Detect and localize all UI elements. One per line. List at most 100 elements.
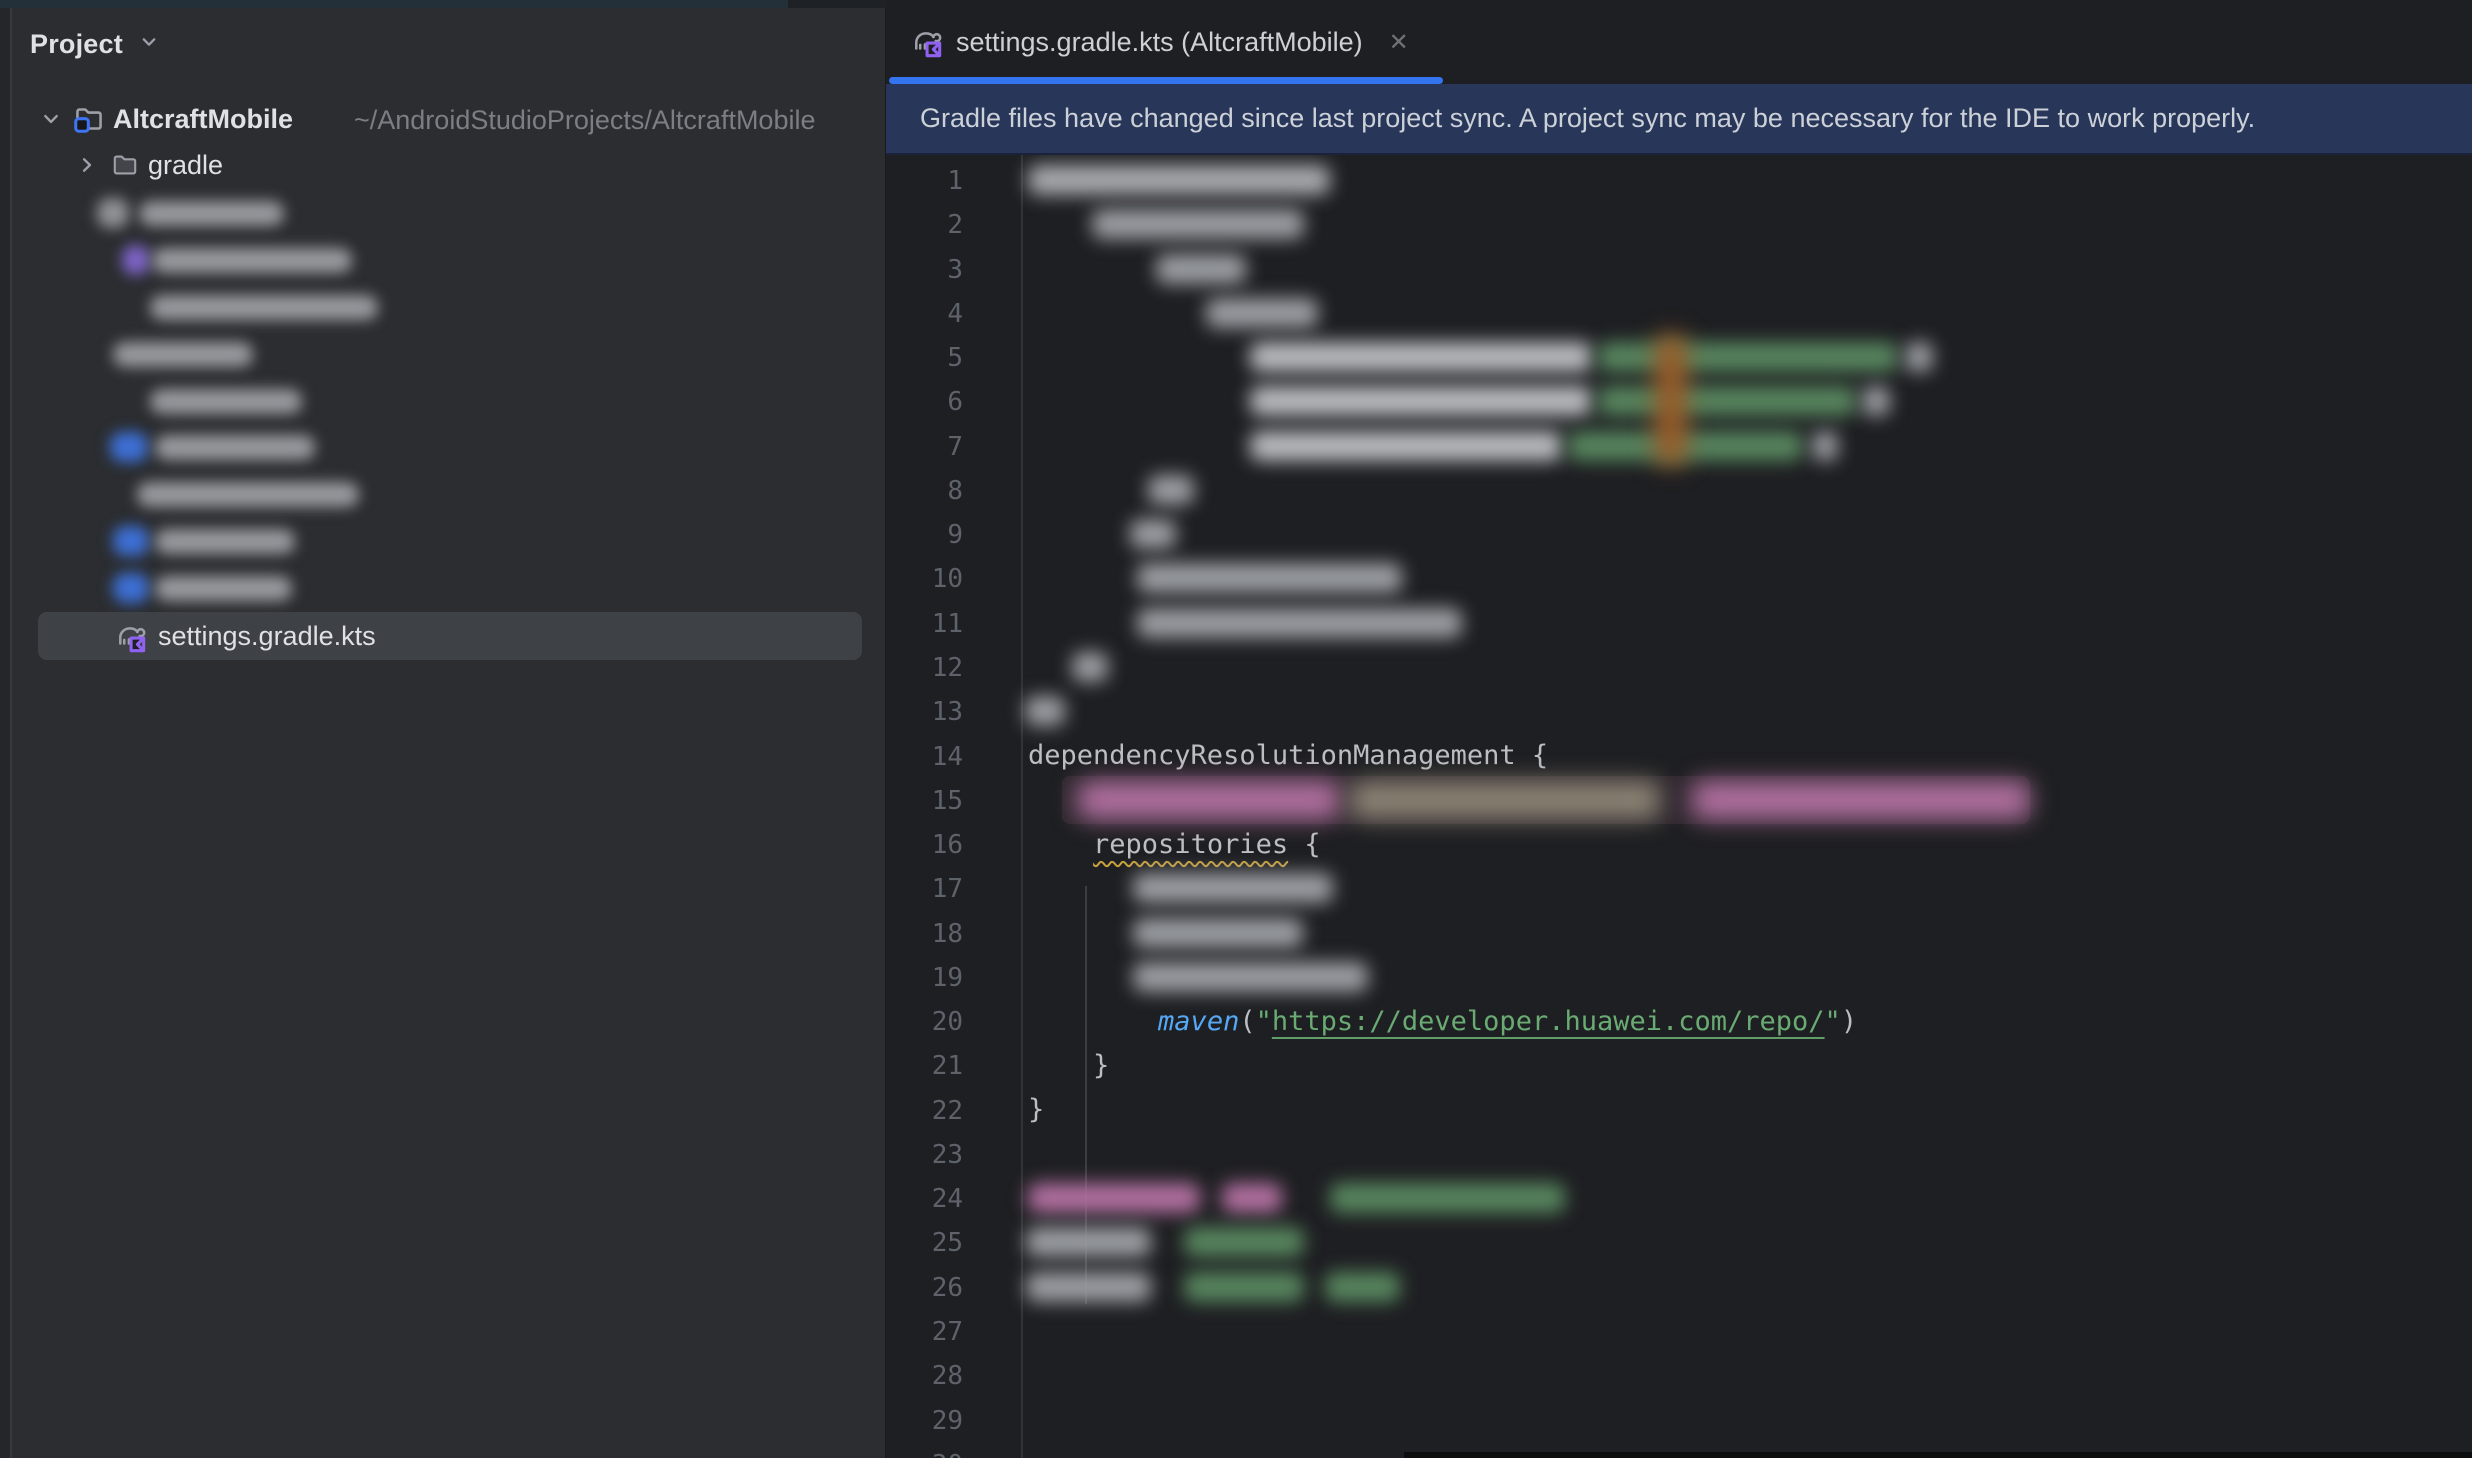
tab-close-icon[interactable]: ✕ — [1389, 28, 1409, 57]
redacted-code — [1072, 652, 1108, 682]
code-line-3[interactable] — [886, 247, 2472, 291]
redacted-file-name — [152, 248, 352, 273]
redacted-code — [1028, 1183, 1200, 1213]
tree-item-redacted[interactable] — [0, 518, 886, 564]
tab-settings-gradle-kts[interactable]: settings.gradle.kts (AltcraftMobile) ✕ — [886, 0, 1446, 84]
code-line-4[interactable] — [886, 291, 2472, 335]
code-line-8[interactable] — [886, 468, 2472, 512]
redacted-code — [1133, 873, 1333, 903]
redacted-code — [1250, 386, 1592, 416]
gradle-kotlin-file-icon — [112, 619, 148, 660]
code-line-13[interactable] — [886, 689, 2472, 733]
code-text: } — [886, 1094, 1044, 1125]
tree-item-redacted[interactable] — [0, 237, 886, 283]
redacted-file-icon — [122, 245, 150, 275]
tree-item-project-root[interactable]: AltcraftMobile ~/AndroidStudioProjects/A… — [0, 96, 886, 142]
tree-item-settings-gradle-kts[interactable]: settings.gradle.kts — [0, 613, 886, 659]
code-text: repositories { — [886, 829, 1321, 860]
chevron-down-icon[interactable] — [38, 106, 64, 137]
code-line-1[interactable] — [886, 158, 2472, 202]
redacted-code — [1078, 781, 1340, 819]
gradle-sync-banner: Gradle files have changed since last pro… — [886, 84, 2472, 155]
panel-top-strip — [0, 0, 788, 8]
tree-item-redacted[interactable] — [0, 565, 886, 611]
redacted-file-icon — [113, 573, 149, 603]
redacted-code — [1692, 781, 2030, 819]
redacted-code — [1137, 608, 1462, 638]
panel-top-strip-right — [788, 0, 886, 8]
code-line-23[interactable] — [886, 1132, 2472, 1176]
redacted-code — [1137, 563, 1402, 593]
redacted-code — [1206, 298, 1318, 328]
code-line-16[interactable]: repositories { — [886, 822, 2472, 866]
tree-item-redacted[interactable] — [0, 378, 886, 424]
redacted-code — [1325, 1272, 1400, 1302]
project-tool-window-header[interactable]: Project — [30, 22, 161, 66]
tree-item-redacted[interactable] — [0, 331, 886, 377]
code-line-18[interactable] — [886, 911, 2472, 955]
code-line-17[interactable] — [886, 866, 2472, 910]
code-line-2[interactable] — [886, 202, 2472, 246]
redacted-code — [1812, 431, 1838, 461]
redacted-code — [1862, 386, 1890, 416]
android-project-folder-icon — [72, 102, 106, 141]
code-line-26[interactable] — [886, 1265, 2472, 1309]
folder-icon — [110, 150, 140, 185]
code-text: } — [886, 1050, 1109, 1081]
chevron-right-icon[interactable] — [74, 152, 100, 183]
code-line-21[interactable]: } — [886, 1043, 2472, 1087]
gradle-kotlin-file-icon — [908, 24, 944, 65]
code-line-29[interactable] — [886, 1398, 2472, 1442]
redacted-code — [1148, 475, 1194, 505]
chevron-down-icon[interactable] — [137, 30, 161, 59]
redacted-file-name — [150, 295, 378, 320]
code-line-10[interactable] — [886, 556, 2472, 600]
project-tool-window-title: Project — [30, 29, 123, 60]
tree-item-redacted[interactable] — [0, 424, 886, 470]
active-tab-underline — [889, 77, 1443, 84]
banner-message: Gradle files have changed since last pro… — [920, 103, 2255, 134]
code-line-9[interactable] — [886, 512, 2472, 556]
redacted-code — [1025, 696, 1065, 726]
code-line-28[interactable] — [886, 1353, 2472, 1397]
project-root-path: ~/AndroidStudioProjects/AltcraftMobile — [354, 105, 815, 136]
code-text: dependencyResolutionManagement { — [886, 740, 1548, 771]
redacted-file-icon — [97, 198, 129, 228]
code-line-12[interactable] — [886, 645, 2472, 689]
redacted-code — [1133, 918, 1303, 948]
code-line-11[interactable] — [886, 601, 2472, 645]
code-line-24[interactable] — [886, 1176, 2472, 1220]
redacted-file-name — [155, 576, 292, 601]
code-line-19[interactable] — [886, 955, 2472, 999]
bottom-edge-strip — [1404, 1452, 2472, 1458]
redacted-file-name — [137, 482, 359, 507]
redacted-code — [1028, 165, 1330, 195]
code-line-20[interactable]: maven("https://developer.huawei.com/repo… — [886, 999, 2472, 1043]
redacted-file-name — [150, 389, 302, 414]
editor-tab-bar: settings.gradle.kts (AltcraftMobile) ✕ — [886, 0, 2472, 84]
tab-title: settings.gradle.kts (AltcraftMobile) — [956, 27, 1363, 58]
tree-item-redacted[interactable] — [0, 284, 886, 330]
redacted-code — [1026, 1227, 1151, 1257]
redacted-code — [1330, 1183, 1565, 1213]
redacted-code — [1133, 962, 1368, 992]
tree-item-redacted[interactable] — [0, 190, 886, 236]
code-editor[interactable]: 1234567891011121314151617181920212223242… — [886, 155, 2472, 1458]
redacted-file-icon — [113, 526, 149, 556]
code-line-25[interactable] — [886, 1220, 2472, 1264]
code-line-15[interactable] — [886, 778, 2472, 822]
redacted-code — [1250, 342, 1592, 372]
code-line-14[interactable]: dependencyResolutionManagement { — [886, 734, 2472, 778]
redacted-code — [1598, 342, 1898, 372]
redacted-file-name — [155, 529, 295, 554]
redacted-code — [1092, 209, 1304, 239]
android-studio-window: Project AltcraftMobile ~/AndroidStudioPr… — [0, 0, 2472, 1458]
tree-item-redacted[interactable] — [0, 471, 886, 517]
code-line-22[interactable]: } — [886, 1088, 2472, 1132]
tree-item-label: gradle — [148, 150, 223, 181]
redacted-code — [1250, 431, 1562, 461]
editor-area: settings.gradle.kts (AltcraftMobile) ✕ G… — [886, 0, 2472, 1458]
redacted-code — [1350, 781, 1660, 819]
code-line-27[interactable] — [886, 1309, 2472, 1353]
tree-item-gradle-folder[interactable]: gradle — [0, 142, 886, 188]
